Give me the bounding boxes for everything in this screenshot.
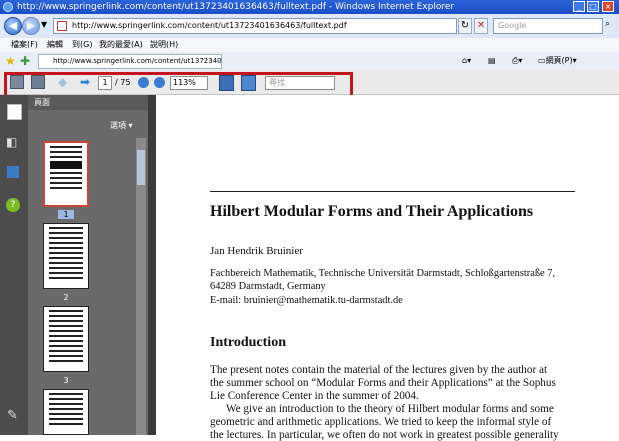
menu-favorites[interactable]: 我的最愛(A) xyxy=(99,38,143,52)
search-icon[interactable]: ⌕ xyxy=(605,19,610,29)
paper-author: Jan Hendrik Bruinier xyxy=(210,245,303,257)
bookmarks-icon[interactable]: ◧ xyxy=(6,135,17,149)
page-thumbnail-2[interactable] xyxy=(43,223,89,289)
history-dropdown-icon[interactable]: ▼ xyxy=(41,20,47,29)
affiliation-line-1: Fachbereich Mathematik, Technische Unive… xyxy=(210,268,556,279)
feeds-icon[interactable]: ▤ xyxy=(488,54,496,68)
pdf-file-icon xyxy=(57,21,67,31)
home-icon[interactable]: ⌂▾ xyxy=(462,54,471,68)
options-button[interactable]: 選項 ▾ xyxy=(110,120,133,131)
browser-tab[interactable]: http://www.springerlink.com/content/ut13… xyxy=(38,54,222,69)
print-icon[interactable]: ⎙▾ xyxy=(512,54,522,68)
menu-edit[interactable]: 編輯 xyxy=(47,38,63,52)
favorites-star-icon[interactable]: ★ xyxy=(5,54,16,68)
panel-splitter[interactable] xyxy=(148,95,156,435)
page-thumbnail-3[interactable] xyxy=(43,306,89,372)
back-icon[interactable]: ◀ xyxy=(4,17,22,35)
menu-bar: 檔案(F) 編輯 到(G) 我的最愛(A) 說明(H) xyxy=(0,38,619,53)
structure-icon[interactable] xyxy=(7,166,19,178)
window-title: http://www.springerlink.com/content/ut13… xyxy=(17,2,455,12)
search-input[interactable]: Google xyxy=(493,18,603,34)
affiliation-line-2: 64289 Darmstadt, Germany xyxy=(210,281,326,292)
menu-help[interactable]: 說明(H) xyxy=(150,38,178,52)
address-bar[interactable]: http://www.springerlink.com/content/ut13… xyxy=(53,18,457,34)
ie-logo-icon xyxy=(3,2,13,12)
panel-title: 頁面 xyxy=(28,95,148,110)
author-email[interactable]: E-mail: bruinier@mathematik.tu-darmstadt… xyxy=(210,295,403,306)
attachment-icon[interactable]: ✎ xyxy=(7,408,18,423)
add-favorite-icon[interactable]: ✚ xyxy=(20,54,30,68)
menu-file[interactable]: 檔案(F) xyxy=(11,38,38,52)
thumbnail-label-2: 2 xyxy=(63,293,69,302)
body-line-3: Lie Conference Center in the summer of 2… xyxy=(210,390,419,402)
header-rule xyxy=(210,191,575,192)
forward-icon[interactable]: ▶ xyxy=(22,17,40,35)
menu-go[interactable]: 到(G) xyxy=(72,38,92,52)
body-line-5: geometric and arithmetic applications. W… xyxy=(210,416,552,428)
options-label: 選項 xyxy=(110,121,126,130)
page-thumbnail-4[interactable] xyxy=(43,389,89,435)
paper-title: Hilbert Modular Forms and Their Applicat… xyxy=(210,203,534,220)
scrollbar-thumb[interactable] xyxy=(137,150,145,185)
close-icon[interactable]: × xyxy=(602,1,614,12)
page-menu[interactable]: ▭網頁(P)▾ xyxy=(538,54,577,68)
tab-title: http://www.springerlink.com/content/ut13… xyxy=(53,57,222,65)
minimize-icon[interactable]: _ xyxy=(573,1,585,12)
search-placeholder: Google xyxy=(498,21,527,30)
body-line-4: We give an introduction to the theory of… xyxy=(226,403,554,415)
window-title-bar: http://www.springerlink.com/content/ut13… xyxy=(0,0,619,14)
maximize-icon[interactable]: □ xyxy=(587,1,599,12)
body-line-2: the summer school on “Modular Forms and … xyxy=(210,377,556,389)
body-line-6: the lectures. In particular, we often do… xyxy=(210,429,559,441)
thumbnail-label-1: 1 xyxy=(58,210,74,219)
stop-icon[interactable]: ✕ xyxy=(474,18,488,34)
thumbnail-label-3: 3 xyxy=(63,376,69,385)
page-thumbnail-1[interactable] xyxy=(43,141,89,207)
pages-panel-icon[interactable] xyxy=(7,104,22,120)
section-heading: Introduction xyxy=(210,335,286,350)
help-icon[interactable]: ? xyxy=(6,198,20,212)
address-url: http://www.springerlink.com/content/ut13… xyxy=(72,21,347,30)
body-line-1: The present notes contain the material o… xyxy=(210,364,548,376)
refresh-icon[interactable]: ↻ xyxy=(458,18,472,34)
page-icon: ▭ xyxy=(538,56,546,65)
page-menu-label: 網頁(P) xyxy=(545,56,573,65)
